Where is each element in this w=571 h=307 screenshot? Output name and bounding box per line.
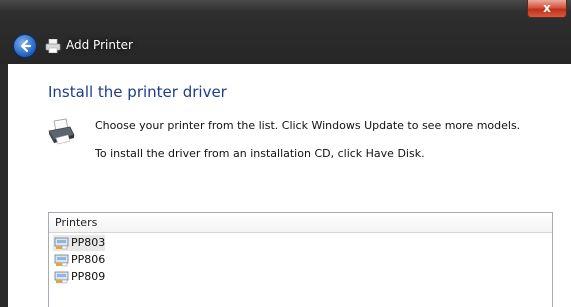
close-icon: x (543, 1, 551, 15)
printer-icon (48, 118, 75, 145)
printer-driver-icon (54, 237, 69, 250)
list-item-pp803[interactable]: PP803 (53, 235, 105, 251)
window-frame-left (0, 64, 8, 307)
printers-column-header[interactable]: Printers (49, 213, 552, 233)
printer-driver-icon (54, 254, 69, 267)
instruction-text: Choose your printer from the list. Click… (95, 119, 521, 132)
window-title: Add Printer (66, 38, 133, 52)
list-item-label: PP803 (71, 236, 106, 249)
instruction-text-cd: To install the driver from an installati… (95, 147, 425, 160)
back-arrow-icon (20, 39, 32, 53)
back-button[interactable] (14, 35, 36, 57)
list-item-pp806[interactable]: PP806 (53, 252, 113, 268)
window-titlebar (0, 0, 571, 64)
printer-icon (45, 39, 61, 53)
list-item-label: PP809 (71, 270, 106, 283)
printers-list[interactable]: Printers PP803 PP806 PP809 (48, 212, 553, 307)
close-button[interactable]: x (527, 0, 567, 18)
printer-driver-icon (54, 271, 69, 284)
list-item-label: PP806 (71, 253, 106, 266)
list-item-pp809[interactable]: PP809 (53, 269, 113, 285)
page-title: Install the printer driver (48, 83, 227, 101)
